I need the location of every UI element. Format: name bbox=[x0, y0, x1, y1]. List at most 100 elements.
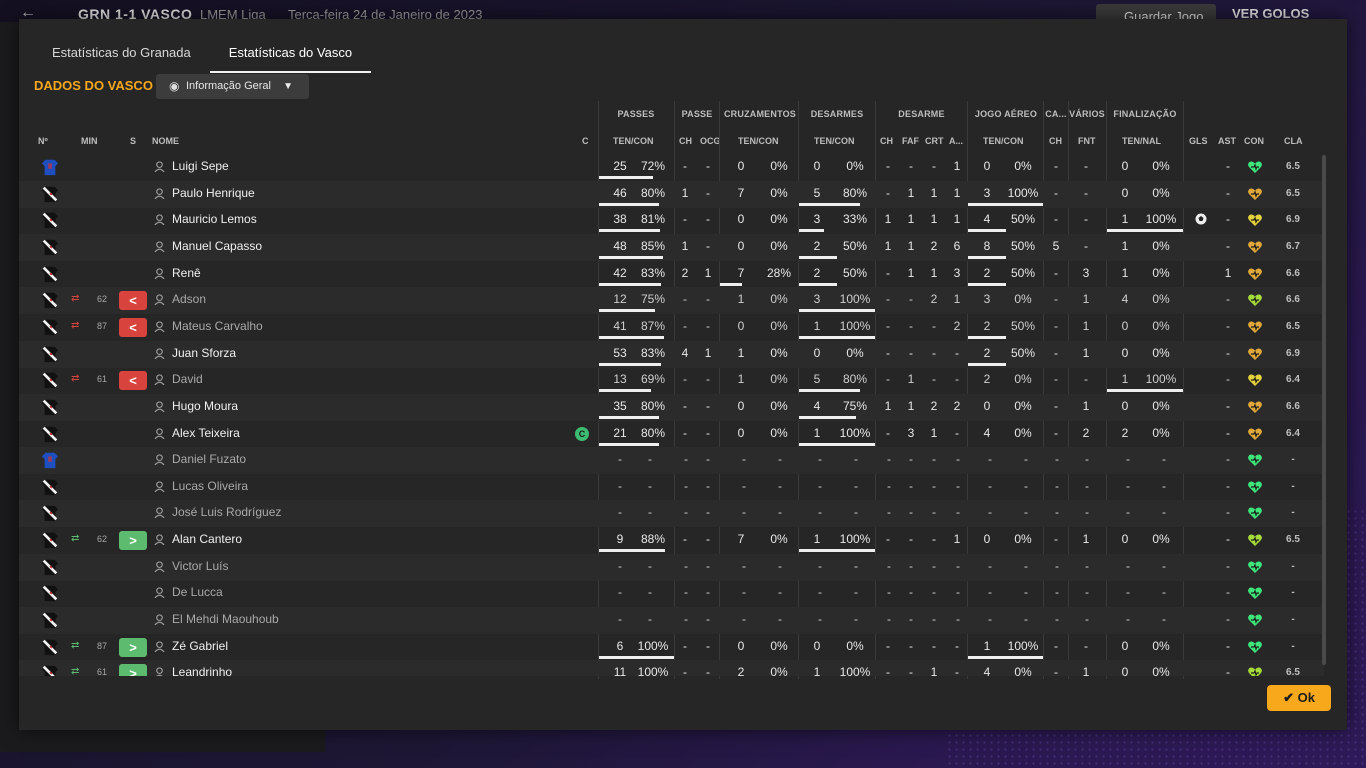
player-profile-icon[interactable] bbox=[154, 401, 165, 412]
player-name[interactable]: Alan Cantero bbox=[172, 527, 552, 554]
player-profile-icon[interactable] bbox=[154, 347, 165, 359]
outfield-kit-icon bbox=[41, 399, 59, 415]
col-header-captain[interactable]: C bbox=[582, 136, 589, 146]
player-name[interactable]: Victor Luís bbox=[172, 554, 552, 581]
col-header-number[interactable]: Nº bbox=[38, 136, 48, 146]
table-row[interactable]: José Luis Rodríguez - - - - - - - - - - - - - - - - - - - - bbox=[19, 500, 1324, 528]
player-profile-icon[interactable] bbox=[154, 614, 165, 626]
player-profile-icon[interactable] bbox=[154, 587, 165, 599]
col-header-tackles-att-cmp[interactable]: TEN/CON bbox=[814, 136, 855, 146]
table-row[interactable]: Juan Sforza 53 83% 4 1 1 0% 0 0% - - - -2 50% -1 0 0% -6.… bbox=[19, 340, 1324, 368]
tab-granada-stats[interactable]: Estatísticas do Granada bbox=[33, 37, 210, 71]
empty-stat: - bbox=[988, 505, 992, 520]
table-scrollbar[interactable] bbox=[1322, 155, 1326, 665]
player-name[interactable]: Hugo Moura bbox=[172, 394, 552, 421]
table-row[interactable]: Luigi Sepe 25 72% - -0 0% 0 0% - - -1 0 0% - -0 0% -6.5 bbox=[19, 154, 1324, 181]
player-profile-icon[interactable] bbox=[154, 214, 165, 226]
col-header-assists[interactable]: AST bbox=[1218, 136, 1236, 146]
player-name[interactable]: Daniel Fuzato bbox=[172, 447, 552, 474]
table-row[interactable]: ⇄ >87 Zé Gabriel 6 100% - -0 0% 0 0% - - - -1 100% - -0 0… bbox=[19, 634, 1324, 661]
table-row[interactable]: Mauricio Lemos 38 81% - -0 0% 3 33% 1 1 1 1 4 50% - -1 1… bbox=[19, 207, 1324, 234]
player-name[interactable]: El Mehdi Maouhoub bbox=[172, 607, 552, 634]
table-row[interactable]: Daniel Fuzato - - - - - - - - - - - - - - - - - - - - bbox=[19, 447, 1324, 475]
table-row[interactable]: El Mehdi Maouhoub - - - - - - - - - - - - - - - - - - - - bbox=[19, 607, 1324, 635]
tackle-faf: - bbox=[909, 345, 913, 360]
table-row[interactable]: ⇄ >62 Alan Cantero 9 88% - -7 0% 1 100% - - -1 0 0% -1 0… bbox=[19, 527, 1324, 554]
player-name[interactable]: Leandrinho bbox=[172, 660, 552, 676]
tab-vasco-stats[interactable]: Estatísticas do Vasco bbox=[209, 37, 372, 73]
player-name[interactable]: Luigi Sepe bbox=[172, 154, 552, 181]
table-row[interactable]: Paulo Henrique 46 80% 1-7 0% 5 80% -1 1 1 3 100% - -0… bbox=[19, 180, 1324, 208]
player-profile-icon[interactable] bbox=[154, 321, 165, 332]
player-name[interactable]: Zé Gabriel bbox=[172, 634, 552, 661]
player-profile-icon[interactable] bbox=[154, 241, 165, 252]
table-row[interactable]: Hugo Moura 35 80% - -0 0% 4 75% 1 1 2 2 0 0% -1 0 0% -6.6 bbox=[19, 393, 1324, 421]
empty-stat: - bbox=[887, 612, 891, 627]
col-header-aerial-att-cmp[interactable]: TEN/CON bbox=[983, 136, 1024, 146]
player-name[interactable]: Adson bbox=[172, 287, 552, 314]
player-profile-icon[interactable] bbox=[154, 427, 165, 439]
col-header-ca-ch[interactable]: CH bbox=[1049, 136, 1062, 146]
view-selector-dropdown[interactable]: ◉ Informação Geral ▼ bbox=[156, 74, 309, 99]
tackles-won-pct: 50% bbox=[842, 265, 868, 280]
player-profile-icon[interactable] bbox=[154, 454, 165, 466]
player-name[interactable]: Paulo Henrique bbox=[172, 181, 552, 208]
player-profile-icon[interactable] bbox=[154, 534, 165, 546]
player-profile-icon[interactable] bbox=[154, 267, 165, 279]
table-row[interactable]: Alex Teixeira C 21 80% - -0 0% 1 100% -3 1-4 0% -2 2 0… bbox=[19, 421, 1324, 448]
player-profile-icon[interactable] bbox=[154, 294, 165, 306]
col-header-sub[interactable]: S bbox=[130, 136, 136, 146]
table-row[interactable]: ⇄ <61 David 13 69% - -1 0% 5 80% -1- -2 0% - -1 100% -6.… bbox=[19, 367, 1324, 394]
col-header-goals[interactable]: GLS bbox=[1189, 136, 1208, 146]
passes-completion-bar bbox=[599, 229, 660, 233]
col-header-tackle-crt[interactable]: CRT bbox=[925, 136, 944, 146]
player-name[interactable]: Manuel Capasso bbox=[172, 234, 552, 261]
player-name[interactable]: Renê bbox=[172, 261, 552, 288]
empty-stat: - bbox=[1024, 558, 1028, 573]
player-name[interactable]: Lucas Oliveira bbox=[172, 474, 552, 501]
player-profile-icon[interactable] bbox=[154, 641, 165, 652]
player-profile-icon[interactable] bbox=[154, 187, 165, 199]
table-row[interactable]: Renê 42 83% 2 1 7 28% 2 50% -1 1 3 2 50% -3 1 0% 1 6.6 bbox=[19, 261, 1324, 288]
aerial-won-pct: 50% bbox=[1010, 318, 1036, 333]
player-profile-icon[interactable] bbox=[154, 161, 165, 172]
table-row[interactable]: Manuel Capasso 48 85% 1-0 0% 2 50% 1 1 2 6 8 50% 5-1 0… bbox=[19, 233, 1324, 261]
col-header-chances-created[interactable]: OCG bbox=[700, 136, 721, 146]
col-header-tackle-faf[interactable]: FAF bbox=[902, 136, 919, 146]
outfield-kit-icon bbox=[41, 666, 59, 676]
player-name[interactable]: Juan Sforza bbox=[172, 341, 552, 368]
player-rows[interactable]: Luigi Sepe 25 72% - -0 0% 0 0% - - -1 0 0% - -0 0% -6.5 P… bbox=[19, 154, 1324, 676]
col-header-minute[interactable]: MIN bbox=[81, 136, 98, 146]
ok-button[interactable]: ✔ Ok bbox=[1267, 685, 1331, 711]
table-row[interactable]: Victor Luís - - - - - - - - - - - - - - - - - - - - bbox=[19, 553, 1324, 581]
chances-created: - bbox=[706, 185, 710, 200]
col-header-crosses-att-cmp[interactable]: TEN/CON bbox=[738, 136, 779, 146]
table-row[interactable]: ⇄ <62 Adson 12 75% - -1 0% 3 100% - -2 1 3 0% -1 4 0% -6.6 bbox=[19, 287, 1324, 315]
assists-value: - bbox=[1226, 665, 1230, 676]
table-row[interactable]: ⇄ >61 Leandrinho 11 100% - -2 0% 1 100% - -1-4 0% -1 0… bbox=[19, 660, 1324, 676]
player-profile-icon[interactable] bbox=[154, 507, 165, 519]
table-row[interactable]: ⇄ <87 Mateus Carvalho 41 87% - -0 0% 1 100% - - -2 2 5… bbox=[19, 314, 1324, 341]
player-name[interactable]: Alex Teixeira bbox=[172, 421, 552, 448]
col-header-condition[interactable]: CON bbox=[1244, 136, 1264, 146]
col-header-key-passes[interactable]: CH bbox=[679, 136, 692, 146]
col-header-tackle-ch[interactable]: CH bbox=[880, 136, 893, 146]
player-profile-icon[interactable] bbox=[154, 481, 165, 492]
player-name[interactable]: David bbox=[172, 367, 552, 394]
player-profile-icon[interactable] bbox=[154, 561, 165, 572]
assists-value: - bbox=[1226, 532, 1230, 547]
col-header-name[interactable]: NOME bbox=[152, 136, 179, 146]
player-profile-icon[interactable] bbox=[154, 374, 165, 386]
player-name[interactable]: Mauricio Lemos bbox=[172, 207, 552, 234]
table-row[interactable]: Lucas Oliveira - - - - - - - - - - - - - - - - - - - - bbox=[19, 474, 1324, 501]
col-header-fouls[interactable]: FNT bbox=[1078, 136, 1096, 146]
player-profile-icon[interactable] bbox=[154, 667, 165, 676]
col-header-shots[interactable]: TEN/NAL bbox=[1122, 136, 1161, 146]
col-header-rating[interactable]: CLA bbox=[1284, 136, 1303, 146]
table-row[interactable]: De Lucca - - - - - - - - - - - - - - - - - - - - bbox=[19, 580, 1324, 607]
col-header-tackle-a[interactable]: A... bbox=[949, 136, 963, 146]
col-header-passes-att-cmp[interactable]: TEN/CON bbox=[613, 136, 654, 146]
player-name[interactable]: José Luis Rodríguez bbox=[172, 500, 552, 527]
player-name[interactable]: De Lucca bbox=[172, 580, 552, 607]
player-name[interactable]: Mateus Carvalho bbox=[172, 314, 552, 341]
